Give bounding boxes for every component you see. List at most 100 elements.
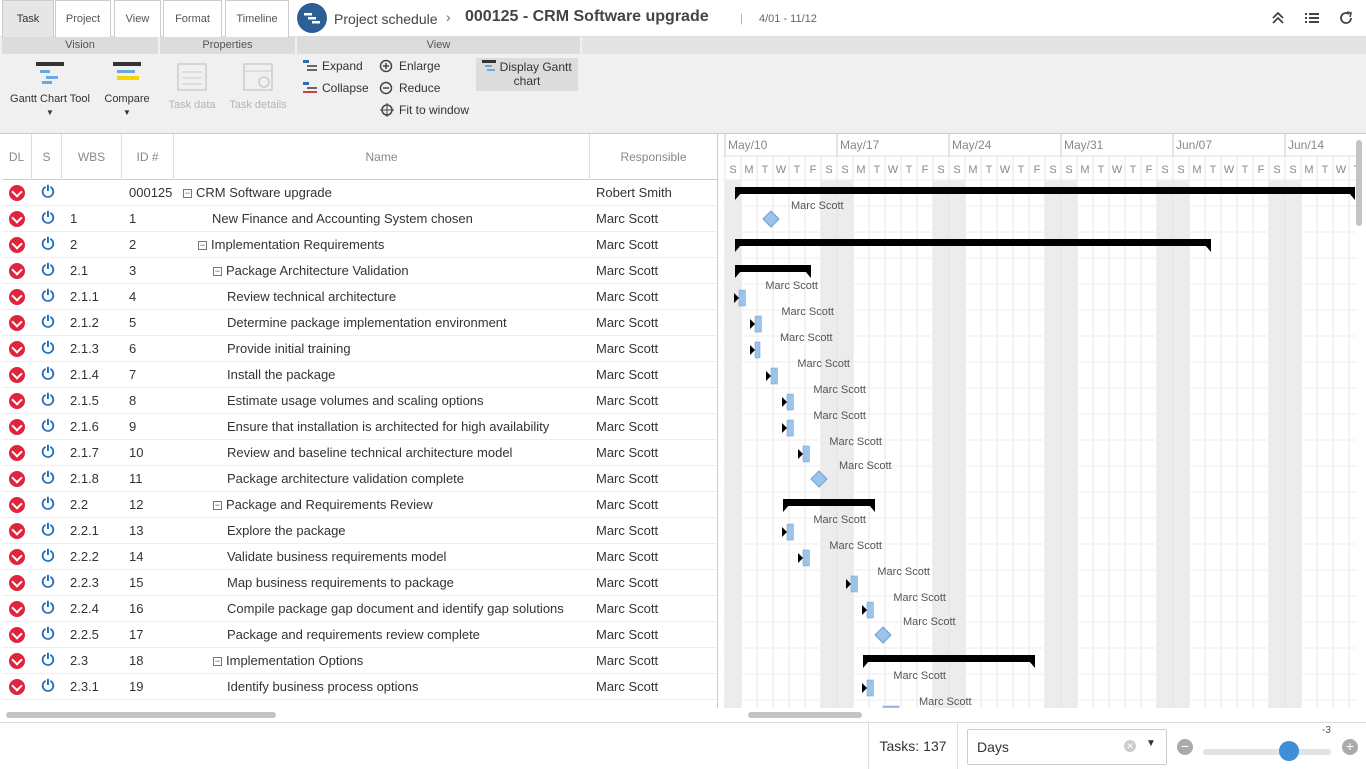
name-cell[interactable]: Validate business requirements model: [227, 544, 590, 570]
zoom-slider-thumb[interactable]: [1278, 741, 1299, 761]
table-row[interactable]: ⏻ 2.2 12 − Package and Requirements Review Ma…: [2, 492, 717, 518]
power-icon[interactable]: ⏻: [39, 236, 57, 254]
column-header-id[interactable]: ID #: [122, 134, 174, 180]
name-cell[interactable]: − CRM Software upgrade: [183, 180, 590, 206]
table-row[interactable]: ⏻ 2.2.2 14 Validate business requirements m…: [2, 544, 717, 570]
deadline-icon[interactable]: [9, 471, 25, 487]
clear-icon[interactable]: ✕: [1124, 740, 1136, 752]
power-icon[interactable]: ⏻: [39, 314, 57, 332]
gantt-chart-tool-button[interactable]: Gantt Chart Tool ▼: [8, 60, 92, 117]
deadline-icon[interactable]: [9, 601, 25, 617]
power-icon[interactable]: ⏻: [39, 288, 57, 306]
zoom-out-button[interactable]: −: [1177, 739, 1193, 755]
chevron-down-icon[interactable]: ▼: [1146, 738, 1156, 749]
power-icon[interactable]: ⏻: [39, 366, 57, 384]
table-row[interactable]: ⏻ 000125 − CRM Software upgrade Robert Smith: [2, 180, 717, 206]
table-row[interactable]: ⏻ 2.1.3 6 Provide initial training Marc Scot…: [2, 336, 717, 362]
deadline-icon[interactable]: [9, 237, 25, 253]
display-gantt-chart-button[interactable]: Display Gantt chart: [476, 58, 578, 91]
tab-timeline[interactable]: Timeline: [225, 0, 289, 37]
name-cell[interactable]: Map business requirements to package: [227, 570, 590, 596]
name-cell[interactable]: Compile package gap document and identif…: [227, 596, 590, 622]
column-header-s[interactable]: S: [32, 134, 62, 180]
app-name[interactable]: Project schedule: [334, 11, 438, 27]
table-row[interactable]: ⏻ 2.1.6 9 Ensure that installation is archi…: [2, 414, 717, 440]
table-row[interactable]: ⏻ 2.3 18 − Implementation Options Marc Scott: [2, 648, 717, 674]
power-icon[interactable]: ⏻: [39, 262, 57, 280]
name-cell[interactable]: Review technical architecture: [227, 284, 590, 310]
table-row[interactable]: ⏻ 2.1.7 10 Review and baseline technical ar…: [2, 440, 717, 466]
deadline-icon[interactable]: [9, 315, 25, 331]
deadline-icon[interactable]: [9, 185, 25, 201]
collapse-button[interactable]: Collapse: [302, 81, 369, 95]
collapse-toggle-icon[interactable]: −: [198, 241, 207, 250]
column-header-name[interactable]: Name: [174, 134, 590, 180]
power-icon[interactable]: ⏻: [39, 626, 57, 644]
power-icon[interactable]: ⏻: [39, 444, 57, 462]
zoom-slider[interactable]: [1203, 741, 1331, 761]
name-cell[interactable]: − Package Architecture Validation: [213, 258, 590, 284]
power-icon[interactable]: ⏻: [39, 418, 57, 436]
name-cell[interactable]: Identify business process options: [227, 674, 590, 700]
collapse-toggle-icon[interactable]: −: [213, 501, 222, 510]
name-cell[interactable]: Install the package: [227, 362, 590, 388]
collapse-toggle-icon[interactable]: −: [213, 267, 222, 276]
deadline-icon[interactable]: [9, 367, 25, 383]
power-icon[interactable]: ⏻: [39, 392, 57, 410]
table-row[interactable]: ⏻ 2 2 − Implementation Requirements Marc Scot…: [2, 232, 717, 258]
name-cell[interactable]: − Package and Requirements Review: [213, 492, 590, 518]
name-cell[interactable]: New Finance and Accounting System chosen: [212, 206, 590, 232]
expand-button[interactable]: Expand: [302, 59, 363, 73]
power-icon[interactable]: ⏻: [39, 548, 57, 566]
collapse-toggle-icon[interactable]: −: [183, 189, 192, 198]
column-header-dl[interactable]: DL: [2, 134, 32, 180]
table-row[interactable]: ⏻ 2.1.1 4 Review technical architecture Marc…: [2, 284, 717, 310]
table-row[interactable]: ⏻ 2.2.4 16 Compile package gap document and…: [2, 596, 717, 622]
tab-format[interactable]: Format: [163, 0, 222, 37]
deadline-icon[interactable]: [9, 289, 25, 305]
table-row[interactable]: ⏻ 2.1.2 5 Determine package implementation …: [2, 310, 717, 336]
deadline-icon[interactable]: [9, 419, 25, 435]
table-row[interactable]: ⏻ 2.3.1 19 Identify business process option…: [2, 674, 717, 700]
refresh-icon[interactable]: [1336, 8, 1356, 28]
deadline-icon[interactable]: [9, 575, 25, 591]
deadline-icon[interactable]: [9, 393, 25, 409]
table-row[interactable]: ⏻ 1 1 New Finance and Accounting System cho…: [2, 206, 717, 232]
fit-to-window-button[interactable]: Fit to window: [379, 103, 469, 117]
power-icon[interactable]: ⏻: [39, 184, 57, 202]
reduce-button[interactable]: Reduce: [379, 81, 440, 95]
app-logo[interactable]: [297, 3, 327, 33]
table-row[interactable]: ⏻ 2.1.5 8 Estimate usage volumes and scalin…: [2, 388, 717, 414]
column-header-wbs[interactable]: WBS: [62, 134, 122, 180]
deadline-icon[interactable]: [9, 679, 25, 695]
table-row[interactable]: ⏻ 2.1.8 11 Package architecture validation …: [2, 466, 717, 492]
power-icon[interactable]: ⏻: [39, 678, 57, 696]
power-icon[interactable]: ⏻: [39, 340, 57, 358]
column-header-responsible[interactable]: Responsible: [590, 134, 717, 180]
power-icon[interactable]: ⏻: [39, 496, 57, 514]
table-row[interactable]: ⏻ 2.1.4 7 Install the package Marc Scott: [2, 362, 717, 388]
power-icon[interactable]: ⏻: [39, 574, 57, 592]
grid-horizontal-scrollbar[interactable]: [6, 712, 276, 718]
name-cell[interactable]: Estimate usage volumes and scaling optio…: [227, 388, 590, 414]
name-cell[interactable]: Determine package implementation environ…: [227, 310, 590, 336]
deadline-icon[interactable]: [9, 549, 25, 565]
deadline-icon[interactable]: [9, 653, 25, 669]
list-icon[interactable]: [1302, 8, 1322, 28]
power-icon[interactable]: ⏻: [39, 652, 57, 670]
name-cell[interactable]: − Implementation Options: [213, 648, 590, 674]
zoom-in-button[interactable]: +: [1342, 739, 1358, 755]
deadline-icon[interactable]: [9, 445, 25, 461]
name-cell[interactable]: Review and baseline technical architectu…: [227, 440, 590, 466]
deadline-icon[interactable]: [9, 497, 25, 513]
power-icon[interactable]: ⏻: [39, 600, 57, 618]
power-icon[interactable]: ⏻: [39, 210, 57, 228]
name-cell[interactable]: Package architecture validation complete: [227, 466, 590, 492]
collapse-up-icon[interactable]: [1268, 8, 1288, 28]
deadline-icon[interactable]: [9, 341, 25, 357]
power-icon[interactable]: ⏻: [39, 522, 57, 540]
table-row[interactable]: ⏻ 2.2.3 15 Map business requirements to pac…: [2, 570, 717, 596]
collapse-toggle-icon[interactable]: −: [213, 657, 222, 666]
enlarge-button[interactable]: Enlarge: [379, 59, 440, 73]
deadline-icon[interactable]: [9, 211, 25, 227]
